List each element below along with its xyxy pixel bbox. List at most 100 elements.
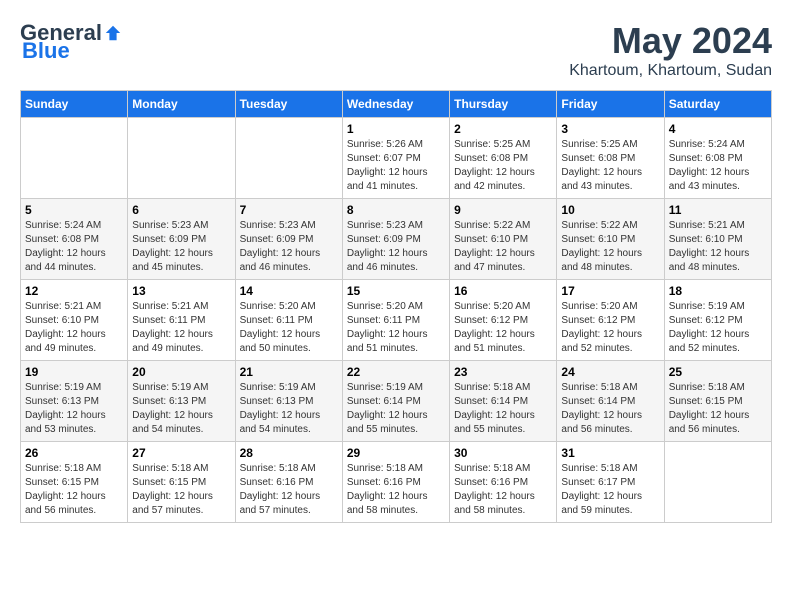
calendar-cell: 28 Sunrise: 5:18 AM Sunset: 6:16 PM Dayli… <box>235 442 342 523</box>
calendar-cell: 29 Sunrise: 5:18 AM Sunset: 6:16 PM Dayli… <box>342 442 449 523</box>
logo-icon <box>104 24 122 42</box>
calendar-cell: 8 Sunrise: 5:23 AM Sunset: 6:09 PM Daylig… <box>342 199 449 280</box>
calendar-cell: 31 Sunrise: 5:18 AM Sunset: 6:17 PM Dayli… <box>557 442 664 523</box>
day-number: 17 <box>561 284 659 298</box>
calendar-cell: 3 Sunrise: 5:25 AM Sunset: 6:08 PM Daylig… <box>557 118 664 199</box>
day-number: 6 <box>132 203 230 217</box>
day-info: Sunrise: 5:18 AM Sunset: 6:14 PM Dayligh… <box>561 381 659 437</box>
calendar-cell <box>128 118 235 199</box>
day-number: 18 <box>669 284 767 298</box>
calendar-week-4: 19 Sunrise: 5:19 AM Sunset: 6:13 PM Dayli… <box>21 361 772 442</box>
day-info: Sunrise: 5:20 AM Sunset: 6:11 PM Dayligh… <box>347 300 445 356</box>
day-info: Sunrise: 5:26 AM Sunset: 6:07 PM Dayligh… <box>347 138 445 194</box>
day-info: Sunrise: 5:19 AM Sunset: 6:14 PM Dayligh… <box>347 381 445 437</box>
day-number: 28 <box>240 446 338 460</box>
location-title: Khartoum, Khartoum, Sudan <box>569 62 772 80</box>
day-number: 24 <box>561 365 659 379</box>
day-number: 23 <box>454 365 552 379</box>
day-info: Sunrise: 5:20 AM Sunset: 6:12 PM Dayligh… <box>454 300 552 356</box>
logo-blue-text: Blue <box>22 38 70 64</box>
calendar-cell: 21Sunrise: 5:19 AM Sunset: 6:13 PM Dayli… <box>235 361 342 442</box>
day-info: Sunrise: 5:18 AM Sunset: 6:15 PM Dayligh… <box>25 462 123 518</box>
day-number: 19 <box>25 365 123 379</box>
day-info: Sunrise: 5:23 AM Sunset: 6:09 PM Dayligh… <box>240 219 338 275</box>
calendar-cell: 20 Sunrise: 5:19 AM Sunset: 6:13 PM Dayli… <box>128 361 235 442</box>
calendar-cell: 4Sunrise: 5:24 AM Sunset: 6:08 PM Daylig… <box>664 118 771 199</box>
day-info: Sunrise: 5:22 AM Sunset: 6:10 PM Dayligh… <box>454 219 552 275</box>
calendar-table: SundayMondayTuesdayWednesdayThursdayFrid… <box>20 90 772 523</box>
calendar-week-2: 5 Sunrise: 5:24 AM Sunset: 6:08 PM Daylig… <box>21 199 772 280</box>
day-header-saturday: Saturday <box>664 91 771 118</box>
calendar-cell: 12 Sunrise: 5:21 AM Sunset: 6:10 PM Dayli… <box>21 280 128 361</box>
day-header-thursday: Thursday <box>450 91 557 118</box>
day-info: Sunrise: 5:25 AM Sunset: 6:08 PM Dayligh… <box>561 138 659 194</box>
logo: General Blue <box>20 20 122 64</box>
day-number: 31 <box>561 446 659 460</box>
day-info: Sunrise: 5:19 AM Sunset: 6:13 PM Dayligh… <box>240 381 338 437</box>
day-info: Sunrise: 5:18 AM Sunset: 6:16 PM Dayligh… <box>347 462 445 518</box>
day-header-wednesday: Wednesday <box>342 91 449 118</box>
day-info: Sunrise: 5:18 AM Sunset: 6:17 PM Dayligh… <box>561 462 659 518</box>
calendar-cell: 26 Sunrise: 5:18 AM Sunset: 6:15 PM Dayli… <box>21 442 128 523</box>
calendar-cell: 9 Sunrise: 5:22 AM Sunset: 6:10 PM Daylig… <box>450 199 557 280</box>
day-number: 5 <box>25 203 123 217</box>
month-title: May 2024 <box>569 20 772 62</box>
day-info: Sunrise: 5:19 AM Sunset: 6:13 PM Dayligh… <box>132 381 230 437</box>
day-info: Sunrise: 5:21 AM Sunset: 6:11 PM Dayligh… <box>132 300 230 356</box>
calendar-cell: 2 Sunrise: 5:25 AM Sunset: 6:08 PM Daylig… <box>450 118 557 199</box>
day-info: Sunrise: 5:21 AM Sunset: 6:10 PM Dayligh… <box>25 300 123 356</box>
day-header-sunday: Sunday <box>21 91 128 118</box>
calendar-week-5: 26 Sunrise: 5:18 AM Sunset: 6:15 PM Dayli… <box>21 442 772 523</box>
day-number: 12 <box>25 284 123 298</box>
calendar-cell <box>21 118 128 199</box>
calendar-cell: 10 Sunrise: 5:22 AM Sunset: 6:10 PM Dayli… <box>557 199 664 280</box>
calendar-cell: 7 Sunrise: 5:23 AM Sunset: 6:09 PM Daylig… <box>235 199 342 280</box>
calendar-cell: 5 Sunrise: 5:24 AM Sunset: 6:08 PM Daylig… <box>21 199 128 280</box>
calendar-week-3: 12 Sunrise: 5:21 AM Sunset: 6:10 PM Dayli… <box>21 280 772 361</box>
day-info: Sunrise: 5:22 AM Sunset: 6:10 PM Dayligh… <box>561 219 659 275</box>
day-number: 11 <box>669 203 767 217</box>
day-number: 3 <box>561 122 659 136</box>
day-number: 20 <box>132 365 230 379</box>
day-number: 16 <box>454 284 552 298</box>
day-info: Sunrise: 5:19 AM Sunset: 6:12 PM Dayligh… <box>669 300 767 356</box>
calendar-cell: 11 Sunrise: 5:21 AM Sunset: 6:10 PM Dayli… <box>664 199 771 280</box>
day-number: 9 <box>454 203 552 217</box>
day-number: 15 <box>347 284 445 298</box>
calendar-cell: 30Sunrise: 5:18 AM Sunset: 6:16 PM Dayli… <box>450 442 557 523</box>
day-number: 27 <box>132 446 230 460</box>
day-info: Sunrise: 5:24 AM Sunset: 6:08 PM Dayligh… <box>25 219 123 275</box>
day-info: Sunrise: 5:21 AM Sunset: 6:10 PM Dayligh… <box>669 219 767 275</box>
calendar-cell: 24 Sunrise: 5:18 AM Sunset: 6:14 PM Dayli… <box>557 361 664 442</box>
day-number: 29 <box>347 446 445 460</box>
day-number: 30 <box>454 446 552 460</box>
calendar-cell <box>235 118 342 199</box>
day-info: Sunrise: 5:19 AM Sunset: 6:13 PM Dayligh… <box>25 381 123 437</box>
day-number: 7 <box>240 203 338 217</box>
calendar-cell: 6 Sunrise: 5:23 AM Sunset: 6:09 PM Daylig… <box>128 199 235 280</box>
day-info: Sunrise: 5:18 AM Sunset: 6:15 PM Dayligh… <box>132 462 230 518</box>
day-number: 8 <box>347 203 445 217</box>
day-info: Sunrise: 5:20 AM Sunset: 6:11 PM Dayligh… <box>240 300 338 356</box>
day-number: 14 <box>240 284 338 298</box>
calendar-cell: 18 Sunrise: 5:19 AM Sunset: 6:12 PM Dayli… <box>664 280 771 361</box>
calendar-cell: 19 Sunrise: 5:19 AM Sunset: 6:13 PM Dayli… <box>21 361 128 442</box>
day-info: Sunrise: 5:25 AM Sunset: 6:08 PM Dayligh… <box>454 138 552 194</box>
day-info: Sunrise: 5:23 AM Sunset: 6:09 PM Dayligh… <box>347 219 445 275</box>
calendar-week-1: 1Sunrise: 5:26 AM Sunset: 6:07 PM Daylig… <box>21 118 772 199</box>
day-header-monday: Monday <box>128 91 235 118</box>
day-number: 10 <box>561 203 659 217</box>
day-info: Sunrise: 5:18 AM Sunset: 6:14 PM Dayligh… <box>454 381 552 437</box>
day-info: Sunrise: 5:18 AM Sunset: 6:15 PM Dayligh… <box>669 381 767 437</box>
header-row: SundayMondayTuesdayWednesdayThursdayFrid… <box>21 91 772 118</box>
day-info: Sunrise: 5:23 AM Sunset: 6:09 PM Dayligh… <box>132 219 230 275</box>
day-number: 13 <box>132 284 230 298</box>
day-number: 26 <box>25 446 123 460</box>
calendar-cell: 14 Sunrise: 5:20 AM Sunset: 6:11 PM Dayli… <box>235 280 342 361</box>
calendar-cell: 17Sunrise: 5:20 AM Sunset: 6:12 PM Dayli… <box>557 280 664 361</box>
day-info: Sunrise: 5:18 AM Sunset: 6:16 PM Dayligh… <box>240 462 338 518</box>
day-number: 22 <box>347 365 445 379</box>
calendar-cell <box>664 442 771 523</box>
day-header-tuesday: Tuesday <box>235 91 342 118</box>
day-number: 2 <box>454 122 552 136</box>
